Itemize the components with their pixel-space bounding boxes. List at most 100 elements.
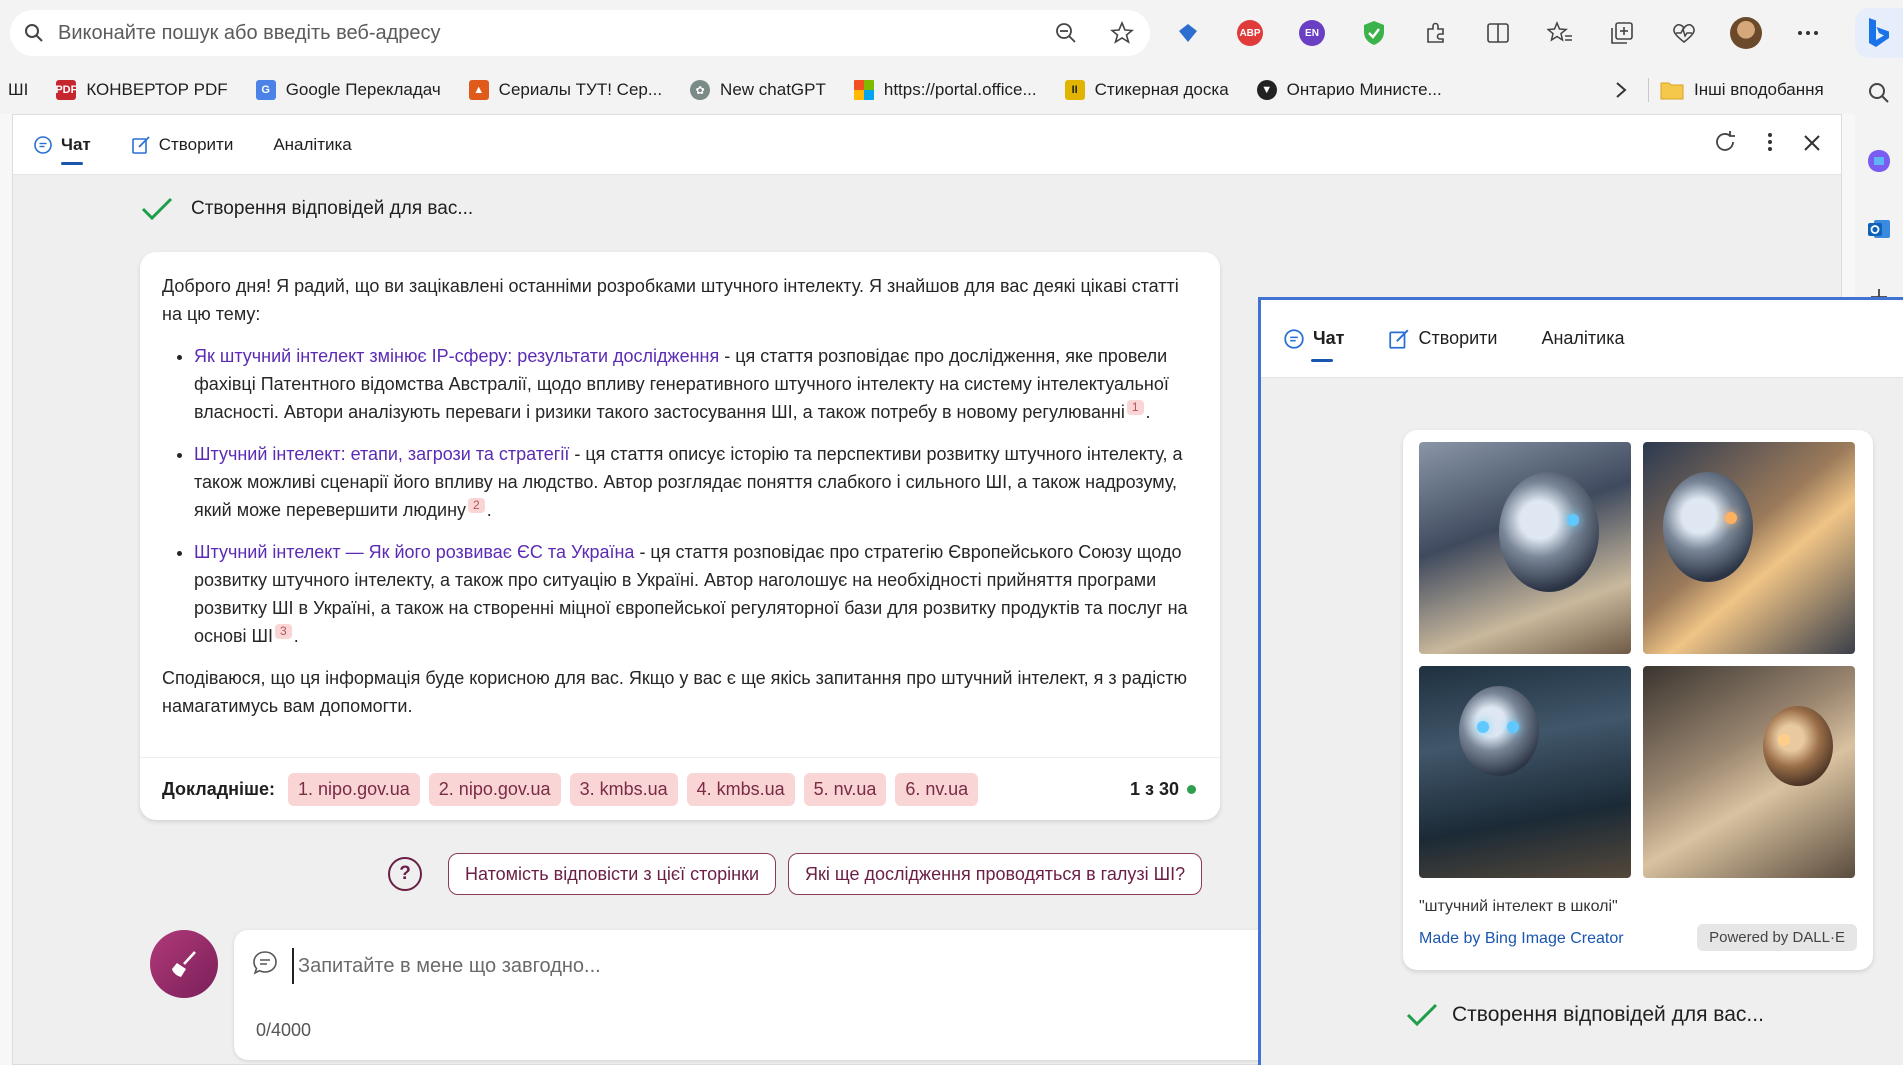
other-favorites-folder[interactable]: Інші вподобання (1660, 66, 1824, 114)
overlay-tabs: Чат Створити Аналітика (1261, 300, 1903, 378)
sources-bar: Докладніше: 1. nipo.gov.ua 2. nipo.gov.u… (140, 757, 1220, 820)
new-topic-button[interactable] (150, 930, 218, 998)
image-creator-panel: Чат Створити Аналітика "штучний інтелект… (1258, 297, 1903, 1065)
tab-label: Створити (1418, 328, 1498, 348)
chat-bubble-icon (1284, 328, 1304, 349)
list-item: Штучний інтелект: етапи, загрози та стра… (194, 440, 1198, 524)
search-icon[interactable] (1862, 76, 1896, 110)
citation-badge[interactable]: 3 (275, 624, 292, 639)
tab-analytics[interactable]: Аналітика (1541, 300, 1624, 378)
tab-analytics[interactable]: Аналітика (273, 115, 351, 175)
generating-status: Створення відповідей для вас... (1406, 1003, 1764, 1027)
tab-label: Чат (61, 134, 91, 154)
chat-bubble-icon (253, 951, 277, 975)
status-dot (1187, 784, 1196, 794)
extensions-puzzle-icon[interactable] (1416, 13, 1456, 53)
profile-avatar[interactable] (1726, 13, 1766, 53)
chat-input[interactable] (292, 948, 1192, 984)
adblock-icon[interactable]: ABP (1230, 13, 1270, 53)
source-link[interactable]: 3. kmbs.ua (569, 772, 678, 806)
bookmark-label: Онтарио Министе... (1286, 80, 1442, 99)
chevron-right-icon[interactable] (1615, 66, 1627, 114)
article-link[interactable]: Штучний інтелект: етапи, загрози та стра… (194, 444, 569, 464)
suggestions-row: ? Натомість відповісти з цієї сторінки Я… (388, 853, 1203, 895)
zoom-icon[interactable] (1038, 22, 1094, 44)
bookmark-serials[interactable]: ▲ Сериалы ТУТ! Сер... (468, 80, 662, 100)
source-link[interactable]: 4. kmbs.ua (686, 772, 795, 806)
browser-essentials-icon[interactable] (1664, 13, 1704, 53)
tab-compose[interactable]: Створити (1388, 300, 1497, 378)
address-placeholder[interactable]: Виконайте пошук або введіть веб-адресу (58, 22, 1038, 45)
more-options-icon[interactable] (1767, 132, 1773, 158)
bookmark-label: ШІ (8, 80, 29, 99)
bookmark-pdf-converter[interactable]: PDF КОНВЕРТОР PDF (55, 80, 228, 100)
bookmark-label: Google Перекладач (285, 80, 441, 99)
generated-image[interactable] (1643, 666, 1855, 878)
more-menu-icon[interactable] (1788, 13, 1828, 53)
powered-by-badge: Powered by DALL·E (1697, 924, 1857, 951)
bing-image-creator-link[interactable]: Made by Bing Image Creator (1419, 930, 1624, 948)
response-counter: 1 з 30 (1130, 779, 1196, 800)
microsoft-icon (853, 80, 874, 100)
suggestion-button[interactable]: Які ще дослідження проводяться в галузі … (788, 853, 1203, 895)
generated-images-card: "штучний інтелект в школі" Made by Bing … (1403, 430, 1873, 970)
checkmark-icon (1406, 1003, 1438, 1027)
pdf24-icon: PDF (55, 80, 77, 100)
favorites-icon[interactable] (1540, 13, 1580, 53)
copilot-icon[interactable] (1862, 144, 1896, 178)
address-bar[interactable]: Виконайте пошук або введіть веб-адресу (10, 10, 1150, 56)
serials-icon: ▲ (468, 80, 489, 100)
bookmark-google-translate[interactable]: G Google Перекладач (255, 80, 441, 100)
chat-input-box: 0/4000 (234, 930, 1294, 1060)
bookmark-sticker-board[interactable]: II Стикерная доска (1064, 80, 1229, 100)
help-icon[interactable]: ? (388, 857, 422, 891)
checkmark-icon (141, 197, 173, 221)
tab-label: Аналітика (273, 134, 352, 154)
char-counter: 0/4000 (256, 1020, 312, 1040)
tab-chat[interactable]: Чат (33, 115, 91, 175)
shield-icon[interactable] (1354, 13, 1394, 53)
outlook-icon[interactable] (1862, 212, 1896, 246)
generated-image[interactable] (1643, 442, 1855, 654)
citation-badge[interactable]: 1 (1126, 400, 1144, 415)
source-link[interactable]: 1. nipo.gov.ua (288, 772, 420, 806)
tab-compose[interactable]: Створити (131, 115, 233, 175)
generated-image[interactable] (1419, 442, 1631, 654)
favorite-star-icon[interactable] (1094, 21, 1150, 45)
article-link[interactable]: Як штучний інтелект змінює IP-сферу: рез… (194, 346, 719, 366)
bookmark-label: New chatGPT (720, 80, 826, 99)
bookmark-chatgpt[interactable]: ✿ New chatGPT (690, 80, 826, 100)
source-link[interactable]: 6. nv.ua (895, 772, 979, 806)
suggestion-button[interactable]: Натомість відповісти з цієї сторінки (448, 853, 777, 895)
image-grid (1419, 442, 1859, 878)
refresh-icon[interactable] (1713, 130, 1737, 160)
bing-copilot-button[interactable] (1855, 8, 1903, 58)
article-link[interactable]: Штучний інтелект — Як його розвиває ЄС т… (194, 542, 634, 562)
bookmark-ontario[interactable]: ▼ Онтарио Министе... (1256, 80, 1442, 100)
collections-icon[interactable] (1602, 13, 1642, 53)
panel-actions (1713, 115, 1821, 175)
split-screen-icon[interactable] (1478, 13, 1518, 53)
citation-badge[interactable]: 2 (468, 498, 485, 513)
tab-chat[interactable]: Чат (1283, 300, 1344, 378)
broom-icon (172, 951, 196, 977)
source-link[interactable]: 2. nipo.gov.ua (428, 772, 561, 806)
close-icon[interactable] (1803, 132, 1821, 158)
article-list: Як штучний інтелект змінює IP-сферу: рез… (194, 342, 1198, 650)
bookmarks-divider (1648, 78, 1649, 102)
bookmark-extension-icon[interactable] (1168, 13, 1208, 53)
avatar (1730, 17, 1762, 49)
bookmark-office-portal[interactable]: https://portal.office... (853, 80, 1037, 100)
generated-image[interactable] (1419, 666, 1631, 878)
bookmark-label: КОНВЕРТОР PDF (86, 80, 228, 99)
compose-icon (1389, 328, 1409, 349)
language-extension-icon[interactable]: EN (1292, 13, 1332, 53)
bookmark-shi[interactable]: ШІ (8, 80, 28, 100)
learn-more-label: Докладніше: (162, 778, 276, 799)
answer-intro: Доброго дня! Я радий, що ви зацікавлені … (162, 276, 1179, 324)
language-badge: EN (1299, 20, 1325, 46)
list-item: Штучний інтелект — Як його розвиває ЄС т… (194, 538, 1198, 650)
status-text: Створення відповідей для вас... (1452, 1003, 1764, 1026)
source-link[interactable]: 5. nv.ua (803, 772, 887, 806)
tab-label: Аналітика (1541, 328, 1625, 348)
